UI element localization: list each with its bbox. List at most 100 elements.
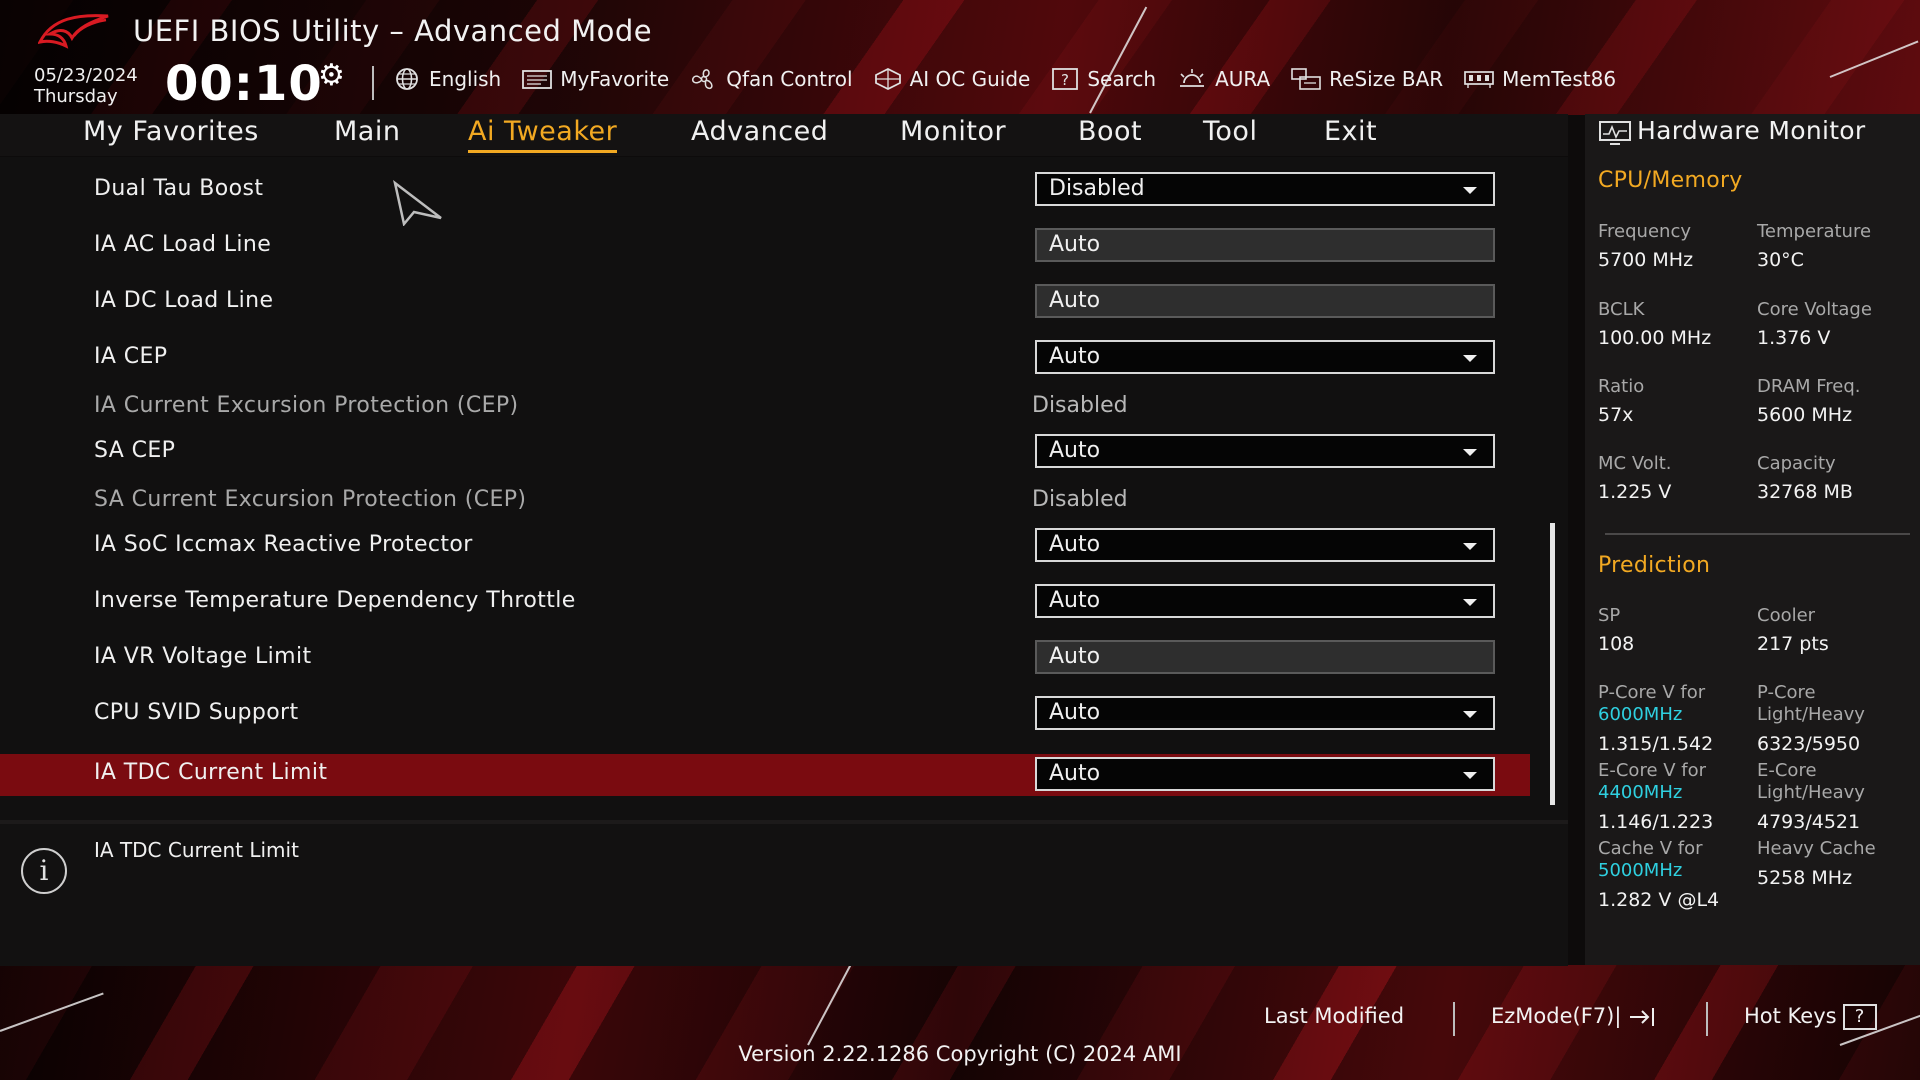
setting-label: CPU SVID Support	[94, 700, 299, 725]
tab-advanced[interactable]: Advanced	[691, 116, 828, 147]
search-button[interactable]: ? Search	[1050, 67, 1156, 91]
setting-label: IA AC Load Line	[94, 232, 272, 257]
setting-label: IA CEP	[94, 344, 168, 369]
cache-v-frequency: 5000MHz	[1598, 860, 1683, 881]
tab-exit[interactable]: Exit	[1324, 116, 1377, 147]
setting-label: SA CEP	[94, 438, 176, 463]
ai-oc-guide-button[interactable]: AI OC Guide	[873, 67, 1031, 91]
setting-label: IA DC Load Line	[94, 288, 274, 313]
frequency-value: 5700 MHz	[1598, 249, 1694, 271]
setting-row-ia-soc-iccmax-reactive-protector[interactable]: IA SoC Iccmax Reactive Protector Auto	[0, 524, 1530, 570]
ratio-value: 57x	[1598, 404, 1634, 426]
readonly-value: Disabled	[1032, 487, 1128, 512]
tab-boot[interactable]: Boot	[1078, 116, 1142, 147]
footer-divider	[1706, 1002, 1708, 1036]
dropdown-value: Auto	[1049, 438, 1101, 463]
ecore-v-frequency: 4400MHz	[1598, 782, 1683, 803]
setting-row-ia-dc-load-line[interactable]: IA DC Load Line Auto	[0, 280, 1530, 326]
mc-volt-label: MC Volt.	[1598, 453, 1672, 474]
sp-value: 108	[1598, 633, 1635, 655]
setting-row-inverse-temperature-throttle[interactable]: Inverse Temperature Dependency Throttle …	[0, 580, 1530, 626]
ezmode-button[interactable]: EzMode(F7)|	[1491, 1004, 1658, 1028]
ia-ac-load-line-input[interactable]: Auto	[1035, 228, 1495, 262]
mouse-cursor-icon	[393, 180, 442, 226]
sa-cep-dropdown[interactable]: Auto	[1035, 434, 1495, 468]
scrollbar[interactable]	[1550, 523, 1555, 805]
hardware-monitor-panel: Hardware Monitor CPU/Memory Frequency Te…	[1585, 114, 1920, 965]
info-text: IA TDC Current Limit	[94, 838, 299, 862]
ecore-lh-value: 4793/4521	[1757, 811, 1861, 833]
dram-freq-label: DRAM Freq.	[1757, 376, 1861, 397]
dropdown-arrow-icon	[1463, 449, 1477, 456]
tab-main[interactable]: Main	[334, 116, 400, 147]
capacity-label: Capacity	[1757, 453, 1836, 474]
setting-row-dual-tau-boost[interactable]: Dual Tau Boost Disabled	[0, 168, 1530, 214]
dropdown-arrow-icon	[1463, 711, 1477, 718]
clock: 00:10	[165, 56, 323, 112]
aura-button[interactable]: AURA	[1176, 67, 1270, 91]
setting-row-cpu-svid-support[interactable]: CPU SVID Support Auto	[0, 692, 1530, 738]
ecore-v-value: 1.146/1.223	[1598, 811, 1714, 833]
ia-dc-load-line-input[interactable]: Auto	[1035, 284, 1495, 318]
cooler-value: 217 pts	[1757, 633, 1829, 655]
dropdown-arrow-icon	[1463, 543, 1477, 550]
tab-ai-tweaker[interactable]: Ai Tweaker	[468, 116, 618, 153]
dropdown-arrow-icon	[1463, 355, 1477, 362]
main-tabs: My Favorites Main Ai Tweaker Advanced Mo…	[0, 114, 1568, 156]
ia-soc-iccmax-dropdown[interactable]: Auto	[1035, 528, 1495, 562]
hardware-monitor-title: Hardware Monitor	[1637, 116, 1866, 145]
dropdown-arrow-icon	[1463, 187, 1477, 194]
exit-arrow-icon	[1630, 1008, 1655, 1026]
heavy-cache-label: Heavy Cache	[1757, 838, 1876, 859]
setting-label: IA Current Excursion Protection (CEP)	[94, 393, 519, 418]
bclk-label: BCLK	[1598, 299, 1645, 320]
inverse-temperature-dropdown[interactable]: Auto	[1035, 584, 1495, 618]
memtest86-button[interactable]: MemTest86	[1463, 67, 1616, 91]
core-voltage-label: Core Voltage	[1757, 299, 1872, 320]
cpu-svid-support-dropdown[interactable]: Auto	[1035, 696, 1495, 730]
tab-my-favorites[interactable]: My Favorites	[83, 116, 259, 147]
setting-row-ia-tdc-current-limit[interactable]: IA TDC Current Limit Auto	[0, 754, 1530, 796]
ia-cep-dropdown[interactable]: Auto	[1035, 340, 1495, 374]
ia-vr-voltage-limit-input[interactable]: Auto	[1035, 640, 1495, 674]
ia-tdc-current-limit-dropdown[interactable]: Auto	[1035, 757, 1495, 791]
resize-bar-button[interactable]: ReSize BAR	[1290, 66, 1443, 92]
readonly-value: Disabled	[1032, 393, 1128, 418]
dual-tau-boost-dropdown[interactable]: Disabled	[1035, 172, 1495, 206]
hw-divider	[1605, 533, 1910, 535]
core-voltage-value: 1.376 V	[1757, 327, 1831, 349]
version-text: Version 2.22.1286 Copyright (C) 2024 AMI	[738, 1042, 1182, 1066]
fan-icon	[692, 69, 713, 90]
setting-row-ia-vr-voltage-limit[interactable]: IA VR Voltage Limit Auto	[0, 636, 1530, 682]
tab-monitor[interactable]: Monitor	[900, 116, 1006, 147]
setting-label: SA Current Excursion Protection (CEP)	[94, 487, 527, 512]
hot-keys-label: Hot Keys	[1744, 1004, 1837, 1028]
last-modified-button[interactable]: Last Modified	[1264, 1004, 1404, 1028]
aura-label: AURA	[1215, 67, 1271, 91]
dropdown-value: Auto	[1049, 344, 1101, 369]
temperature-value: 30°C	[1757, 249, 1804, 271]
myfavorite-button[interactable]: MyFavorite	[521, 67, 669, 91]
info-icon: i	[21, 848, 67, 894]
setting-label: IA TDC Current Limit	[94, 760, 328, 785]
footer-divider	[1453, 1002, 1455, 1036]
ai-oc-guide-label: AI OC Guide	[909, 67, 1031, 91]
clock-settings-gear-icon[interactable]: ⚙	[318, 58, 345, 93]
dropdown-arrow-icon	[1463, 599, 1477, 606]
cpu-memory-heading: CPU/Memory	[1598, 168, 1743, 193]
qfan-control-button[interactable]: Qfan Control	[689, 67, 853, 91]
monitor-icon	[1599, 121, 1631, 145]
setting-row-sa-cep[interactable]: SA CEP Auto	[0, 430, 1530, 476]
date: 05/23/2024	[34, 65, 138, 86]
mc-volt-value: 1.225 V	[1598, 481, 1672, 503]
ecore-v-label: E-Core V for	[1598, 760, 1707, 781]
hot-keys-button[interactable]: Hot Keys?	[1744, 1004, 1877, 1030]
language-button[interactable]: English	[392, 67, 501, 91]
setting-row-ia-ac-load-line[interactable]: IA AC Load Line Auto	[0, 224, 1530, 270]
day-of-week: Thursday	[34, 86, 118, 107]
resize-bar-icon	[1291, 68, 1321, 90]
rog-logo-icon	[38, 14, 109, 49]
tab-tool[interactable]: Tool	[1203, 116, 1257, 147]
dropdown-value: Auto	[1049, 761, 1101, 786]
setting-row-ia-cep[interactable]: IA CEP Auto	[0, 336, 1530, 382]
